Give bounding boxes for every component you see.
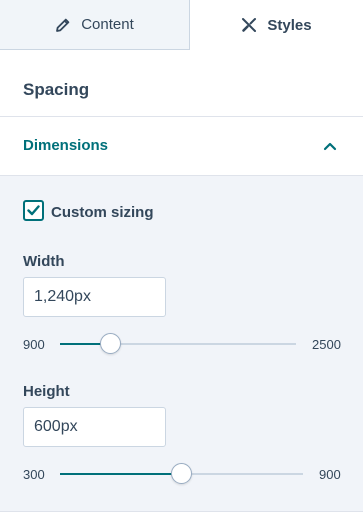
- width-label: Width: [23, 253, 65, 270]
- tab-styles[interactable]: Styles: [190, 0, 363, 50]
- paint-brush-ruler-icon: [242, 18, 257, 32]
- custom-sizing-label[interactable]: Custom sizing: [51, 204, 154, 221]
- width-slider-thumb[interactable]: [99, 333, 121, 354]
- width-range-min: 900: [23, 337, 45, 352]
- height-range-min: 300: [23, 467, 45, 482]
- height-label: Height: [23, 383, 70, 400]
- spacing-section[interactable]: Spacing: [0, 50, 363, 117]
- dimensions-panel: Custom sizing Width 900 2500 Height 300 …: [0, 176, 363, 512]
- chevron-up-icon[interactable]: [323, 139, 337, 153]
- custom-sizing-checkbox[interactable]: [23, 200, 44, 221]
- width-input[interactable]: [23, 277, 166, 317]
- height-slider-fill: [60, 473, 182, 475]
- tab-content[interactable]: Content: [0, 0, 190, 50]
- spacing-title: Spacing: [23, 80, 90, 99]
- height-slider-thumb[interactable]: [171, 463, 192, 484]
- tab-bar: Content Styles: [0, 0, 363, 50]
- height-slider[interactable]: [60, 463, 303, 484]
- width-range-max: 2500: [312, 337, 341, 352]
- pencil-icon: [56, 18, 70, 32]
- width-slider[interactable]: [60, 333, 296, 354]
- dimensions-section-header[interactable]: Dimensions: [0, 117, 363, 176]
- dimensions-title: Dimensions: [23, 137, 109, 154]
- tab-styles-label: Styles: [267, 16, 312, 34]
- height-range-max: 900: [319, 467, 341, 482]
- checkmark-icon: [27, 205, 40, 216]
- tab-content-label: Content: [81, 16, 134, 33]
- height-input[interactable]: [23, 407, 166, 447]
